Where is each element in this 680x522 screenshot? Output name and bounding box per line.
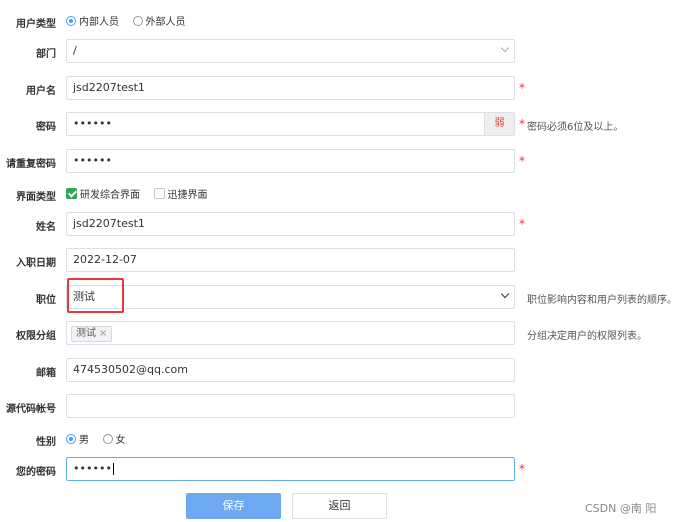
tag-remove-icon[interactable]: × [99,328,107,339]
interface-type-label: 界面类型 [16,192,56,203]
your-password-input[interactable]: •••••• [66,457,515,481]
confirm-password-required-mark: * [519,154,525,168]
back-button[interactable]: 返回 [292,493,387,519]
name-required-mark: * [519,217,525,231]
interface-quick-checkbox[interactable] [153,188,165,199]
permission-group-input[interactable]: 测试 × [66,321,515,345]
gender-male-label[interactable]: 男 [79,435,89,446]
password-value: •••••• [73,117,112,130]
permission-tag: 测试 × [71,326,113,342]
text-caret [112,463,114,475]
username-required-mark: * [519,81,525,95]
position-hint: 职位影响内容和用户列表的顺序。 [527,295,677,306]
your-password-label: 您的密码 [16,467,56,478]
chevron-down-icon [500,289,510,299]
position-select[interactable]: 测试 [66,285,515,309]
your-password-value: •••••• [73,462,112,475]
permission-tag-label: 测试 [76,328,96,339]
gender-male-radio[interactable] [66,433,76,444]
username-input[interactable]: jsd2207test1 [66,76,515,100]
name-value: jsd2207test1 [73,217,145,230]
password-required-mark: * [519,117,525,131]
email-value: 474530502@qq.com [73,363,188,376]
department-select[interactable]: / [66,39,515,63]
save-button[interactable]: 保存 [186,493,281,519]
hire-date-input[interactable]: 2022-12-07 [66,248,515,272]
password-label: 密码 [36,122,56,133]
hire-date-value: 2022-12-07 [73,253,137,266]
annotation-highlight-box [67,278,124,313]
user-type-internal-radio[interactable] [66,15,76,26]
name-input[interactable]: jsd2207test1 [66,212,515,236]
gender-label: 性别 [36,437,56,448]
interface-type-options: 研发综合界面 迅捷界面 [66,186,218,201]
interface-rd-checkbox[interactable] [66,188,77,199]
name-label: 姓名 [36,222,56,233]
repo-account-input[interactable] [66,394,515,418]
user-type-options: 内部人员 外部人员 [66,13,196,28]
email-input[interactable]: 474530502@qq.com [66,358,515,382]
gender-female-radio[interactable] [102,433,113,444]
confirm-password-input[interactable]: •••••• [66,149,515,173]
repo-account-label: 源代码帐号 [6,404,56,415]
password-hint: 密码必须6位及以上。 [527,122,624,133]
permission-group-label: 权限分组 [16,331,56,342]
gender-female-label[interactable]: 女 [116,435,126,446]
email-label: 邮箱 [36,368,56,379]
chevron-down-icon [500,43,510,53]
username-label: 用户名 [26,86,56,97]
hire-date-label: 入职日期 [16,258,56,269]
user-type-label: 用户类型 [16,19,56,30]
department-label: 部门 [36,49,56,60]
permission-group-hint: 分组决定用户的权限列表。 [527,331,647,342]
user-type-external-radio[interactable] [132,15,143,26]
password-strength-indicator: 弱 [484,113,514,135]
confirm-password-value: •••••• [73,154,112,167]
interface-rd-label[interactable]: 研发综合界面 [80,190,140,201]
username-value: jsd2207test1 [73,81,145,94]
your-password-required-mark: * [519,462,525,476]
gender-options: 男 女 [66,431,136,446]
department-value: / [73,44,77,57]
user-type-internal-label[interactable]: 内部人员 [79,17,119,28]
confirm-password-label: 请重复密码 [6,159,56,170]
password-input[interactable]: •••••• 弱 [66,112,515,136]
interface-quick-label[interactable]: 迅捷界面 [168,190,208,201]
position-label: 职位 [36,295,56,306]
user-type-external-label[interactable]: 外部人员 [146,17,186,28]
watermark: CSDN @南 阳 [585,502,657,515]
